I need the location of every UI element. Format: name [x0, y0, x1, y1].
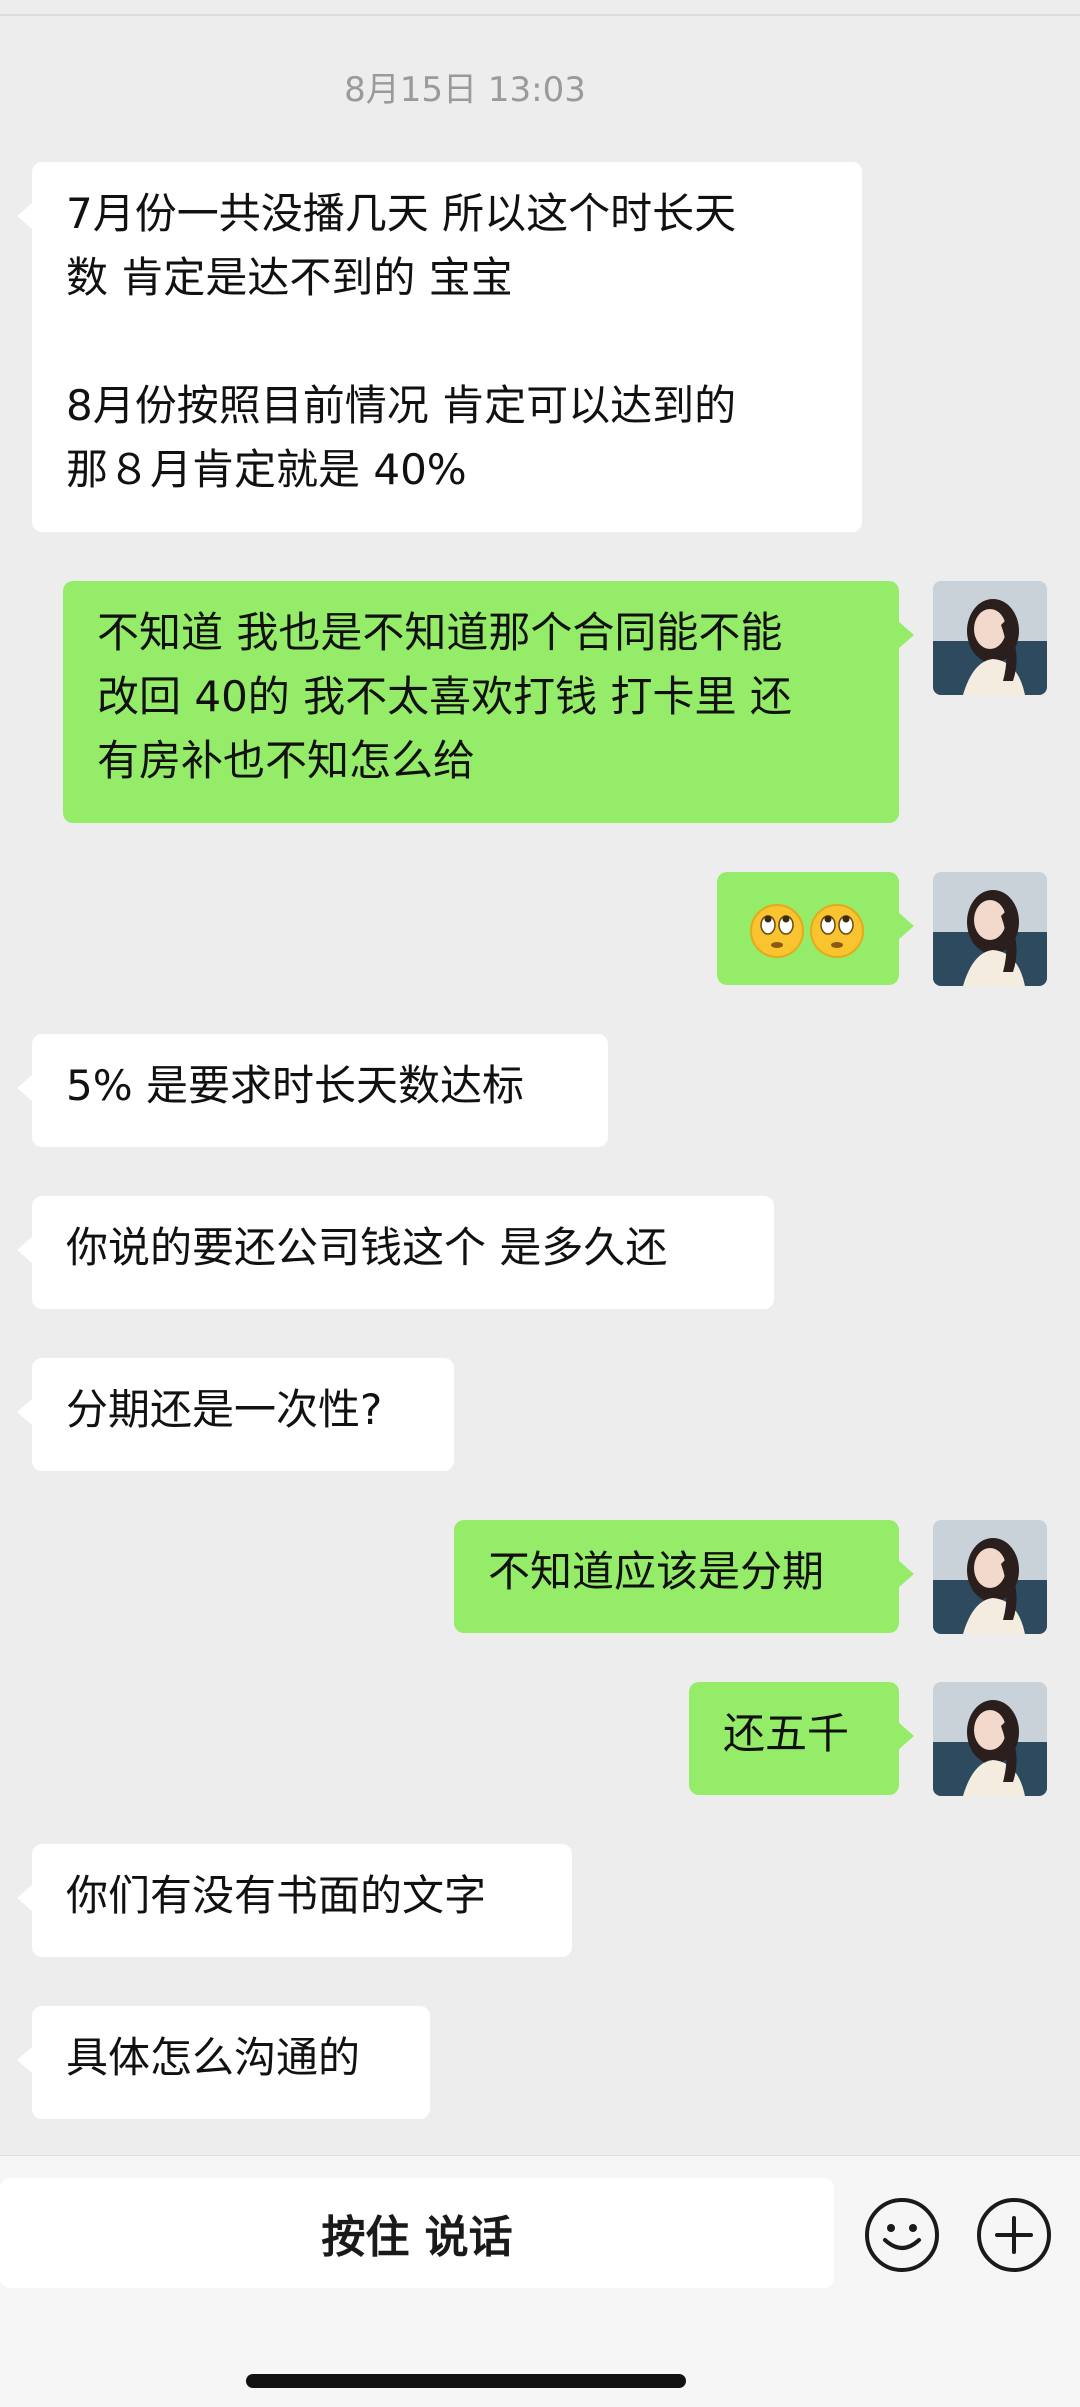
- message-text: 分期还是一次性?: [66, 1385, 383, 1434]
- message-text: 具体怎么沟通的: [66, 2033, 361, 2082]
- avatar-portrait-icon: [933, 581, 1047, 695]
- message-text: 改回 40的 我不太喜欢打钱 打卡里 还: [97, 672, 792, 721]
- home-indicator[interactable]: [246, 2374, 686, 2388]
- smiley-face-icon[interactable]: [865, 2198, 939, 2272]
- message-bubble-received[interactable]: 5% 是要求时长天数达标: [17, 1034, 608, 1147]
- chat-input-bar: 按住 说话: [0, 2155, 1080, 2407]
- message-bubble-sent[interactable]: 不知道 我也是不知道那个合同能不能 改回 40的 我不太喜欢打钱 打卡里 还 有…: [63, 581, 914, 823]
- message-text: 有房补也不知怎么给: [97, 736, 476, 785]
- hold-to-talk-button[interactable]: 按住 说话: [0, 2178, 834, 2288]
- message-text: 7月份一共没播几天 所以这个时长天: [66, 189, 737, 238]
- message-timestamp: 8月15日 13:03: [344, 70, 586, 110]
- message-text: 不知道应该是分期: [488, 1547, 825, 1596]
- avatar-portrait-icon: [933, 1520, 1047, 1634]
- message-text: 那８月肯定就是 40%: [66, 445, 467, 494]
- avatar-self[interactable]: [933, 1682, 1047, 1796]
- message-text: 你说的要还公司钱这个 是多久还: [66, 1223, 668, 1272]
- message-text: 数 肯定是达不到的 宝宝: [66, 253, 513, 302]
- message-bubble-sent[interactable]: [717, 872, 914, 985]
- avatar-self[interactable]: [933, 581, 1047, 695]
- top-divider: [0, 14, 1080, 16]
- message-bubble-received[interactable]: 具体怎么沟通的: [17, 2006, 430, 2119]
- message-bubble-received[interactable]: 分期还是一次性?: [17, 1358, 454, 1471]
- smiley-face-glyph: [883, 2224, 921, 2250]
- avatar-portrait-icon: [933, 872, 1047, 986]
- message-text: 8月份按照目前情况 肯定可以达到的: [66, 381, 737, 430]
- message-bubble-received[interactable]: 你们有没有书面的文字: [17, 1844, 572, 1957]
- avatar-self[interactable]: [933, 872, 1047, 986]
- rolling-eyes-emoji: [810, 903, 864, 958]
- plus-glyph: [995, 2216, 1033, 2254]
- message-text: 还五千: [723, 1709, 850, 1758]
- message-bubble-sent[interactable]: 还五千: [689, 1682, 914, 1795]
- avatar-portrait-icon: [933, 1682, 1047, 1796]
- message-bubble-received[interactable]: 你说的要还公司钱这个 是多久还: [17, 1196, 774, 1309]
- message-text: 你们有没有书面的文字: [66, 1871, 487, 1920]
- message-text: 5% 是要求时长天数达标: [66, 1061, 524, 1110]
- message-text: 不知道 我也是不知道那个合同能不能: [97, 608, 783, 657]
- message-bubble-received[interactable]: 7月份一共没播几天 所以这个时长天 数 肯定是达不到的 宝宝 8月份按照目前情况…: [17, 162, 862, 532]
- message-bubble-sent[interactable]: 不知道应该是分期: [454, 1520, 914, 1633]
- rolling-eyes-emoji: [750, 903, 804, 958]
- avatar-self[interactable]: [933, 1520, 1047, 1634]
- plus-circle-icon[interactable]: [977, 2198, 1051, 2272]
